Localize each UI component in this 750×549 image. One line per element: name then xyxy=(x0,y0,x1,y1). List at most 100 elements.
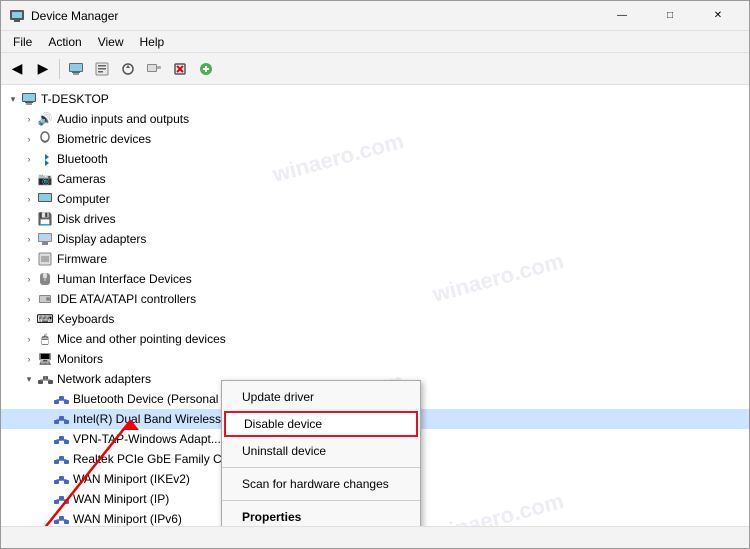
tree-item-computer[interactable]: › Computer xyxy=(1,189,749,209)
expand-hid[interactable]: › xyxy=(21,271,37,287)
tree-label-cameras: Cameras xyxy=(57,172,106,186)
toolbar-forward-btn[interactable]: ▶ xyxy=(31,57,55,81)
tree-label-bluetooth: Bluetooth xyxy=(57,152,108,166)
tree-item-firmware[interactable]: › Firmware xyxy=(1,249,749,269)
menu-bar: File Action View Help xyxy=(1,31,749,53)
expand-keyboards[interactable]: › xyxy=(21,311,37,327)
tree-label-display: Display adapters xyxy=(57,232,146,246)
expand-realtek xyxy=(37,451,53,467)
camera-icon: 📷 xyxy=(37,171,53,187)
intel-wifi-icon xyxy=(53,411,69,427)
close-button[interactable]: ✕ xyxy=(695,1,741,31)
ctx-properties[interactable]: Properties xyxy=(222,504,420,526)
toolbar-props-btn[interactable] xyxy=(90,57,114,81)
expand-mice[interactable]: › xyxy=(21,331,37,347)
toolbar: ◀ ▶ xyxy=(1,53,749,85)
ctx-sep1 xyxy=(222,467,420,468)
expand-biometric[interactable]: › xyxy=(21,131,37,147)
audio-icon: 🔊 xyxy=(37,111,53,127)
tree-item-audio[interactable]: › 🔊 Audio inputs and outputs xyxy=(1,109,749,129)
tree-root[interactable]: ▾ T-DESKTOP xyxy=(1,89,749,109)
tree-item-monitors[interactable]: › 🖥 Monitors xyxy=(1,349,749,369)
hid-icon xyxy=(37,271,53,287)
toolbar-uninstall-btn[interactable] xyxy=(168,57,192,81)
menu-action[interactable]: Action xyxy=(40,33,89,51)
toolbar-update-btn[interactable] xyxy=(116,57,140,81)
window-controls: — □ ✕ xyxy=(599,1,741,31)
tree-label-ide: IDE ATA/ATAPI controllers xyxy=(57,292,196,306)
expand-bluetooth[interactable]: › xyxy=(21,151,37,167)
context-menu: Update driver Disable device Uninstall d… xyxy=(221,380,421,526)
tree-label-wan-ikev2: WAN Miniport (IKEv2) xyxy=(73,472,190,486)
expand-network[interactable]: ▾ xyxy=(21,371,37,387)
tree-item-hid[interactable]: › Human Interface Devices xyxy=(1,269,749,289)
expand-bt-pan xyxy=(37,391,53,407)
wan-ipv6-icon xyxy=(53,511,69,526)
expand-ide[interactable]: › xyxy=(21,291,37,307)
tree-label-audio: Audio inputs and outputs xyxy=(57,112,189,126)
toolbar-computer-btn[interactable] xyxy=(64,57,88,81)
tree-item-ide[interactable]: › IDE ATA/ATAPI controllers xyxy=(1,289,749,309)
expand-display[interactable]: › xyxy=(21,231,37,247)
bt-pan-icon xyxy=(53,391,69,407)
tree-label-realtek: Realtek PCIe GbE Family C... xyxy=(73,452,232,466)
tree-label-wan-ipv6: WAN Miniport (IPv6) xyxy=(73,512,182,526)
tree-label-mice: Mice and other pointing devices xyxy=(57,332,226,346)
tree-item-biometric[interactable]: › Biometric devices xyxy=(1,129,749,149)
tree-item-disk[interactable]: › 💾 Disk drives xyxy=(1,209,749,229)
ctx-sep2 xyxy=(222,500,420,501)
menu-file[interactable]: File xyxy=(5,33,40,51)
tree-item-bluetooth[interactable]: › Bluetooth xyxy=(1,149,749,169)
tree-label-monitors: Monitors xyxy=(57,352,103,366)
tree-item-mice[interactable]: › 🖱 Mice and other pointing devices xyxy=(1,329,749,349)
computer-item-icon xyxy=(37,191,53,207)
content-area: ▾ T-DESKTOP › 🔊 Audio inputs and outputs… xyxy=(1,85,749,526)
expand-root[interactable]: ▾ xyxy=(5,91,21,107)
expand-audio[interactable]: › xyxy=(21,111,37,127)
ctx-uninstall-device[interactable]: Uninstall device xyxy=(222,438,420,464)
tree-item-cameras[interactable]: › 📷 Cameras xyxy=(1,169,749,189)
expand-monitors[interactable]: › xyxy=(21,351,37,367)
keyboard-icon: ⌨ xyxy=(37,311,53,327)
vpn-icon xyxy=(53,431,69,447)
maximize-button[interactable]: □ xyxy=(647,1,693,31)
display-icon xyxy=(37,231,53,247)
menu-help[interactable]: Help xyxy=(132,33,173,51)
expand-firmware[interactable]: › xyxy=(21,251,37,267)
ctx-scan-hardware[interactable]: Scan for hardware changes xyxy=(222,471,420,497)
title-bar: Device Manager — □ ✕ xyxy=(1,1,749,31)
mice-icon: 🖱 xyxy=(37,331,53,347)
tree-label-vpn: VPN-TAP-Windows Adapt... xyxy=(73,432,221,446)
expand-disk[interactable]: › xyxy=(21,211,37,227)
network-icon xyxy=(37,371,53,387)
computer-icon xyxy=(21,91,37,107)
expand-wan-ip xyxy=(37,491,53,507)
ide-icon xyxy=(37,291,53,307)
firmware-icon xyxy=(37,251,53,267)
tree-label-keyboards: Keyboards xyxy=(57,312,114,326)
minimize-button[interactable]: — xyxy=(599,1,645,31)
tree-item-keyboards[interactable]: › ⌨ Keyboards xyxy=(1,309,749,329)
status-bar xyxy=(1,526,749,548)
ctx-update-driver[interactable]: Update driver xyxy=(222,384,420,410)
tree-label-biometric: Biometric devices xyxy=(57,132,151,146)
toolbar-add-btn[interactable] xyxy=(194,57,218,81)
window-icon xyxy=(9,8,25,24)
toolbar-scan-btn[interactable] xyxy=(142,57,166,81)
tree-label-hid: Human Interface Devices xyxy=(57,272,192,286)
expand-cameras[interactable]: › xyxy=(21,171,37,187)
expand-computer[interactable]: › xyxy=(21,191,37,207)
expand-vpn xyxy=(37,431,53,447)
tree-label-firmware: Firmware xyxy=(57,252,107,266)
ctx-disable-device[interactable]: Disable device xyxy=(224,411,418,437)
realtek-icon xyxy=(53,451,69,467)
wan-ip-icon xyxy=(53,491,69,507)
expand-intel-wifi xyxy=(37,411,53,427)
toolbar-back-btn[interactable]: ◀ xyxy=(5,57,29,81)
tree-label-disk: Disk drives xyxy=(57,212,116,226)
toolbar-sep1 xyxy=(59,59,60,79)
tree-item-display[interactable]: › Display adapters xyxy=(1,229,749,249)
tree-root-label: T-DESKTOP xyxy=(41,92,109,106)
bluetooth-icon xyxy=(37,151,53,167)
menu-view[interactable]: View xyxy=(90,33,132,51)
